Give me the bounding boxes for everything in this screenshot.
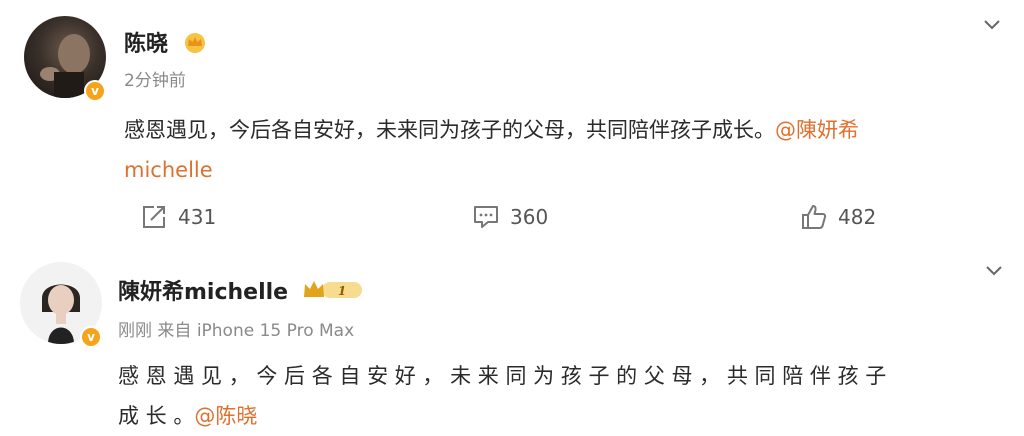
user-name-text: 陳妍希michelle — [118, 280, 289, 305]
user-name[interactable]: 陈晓 — [124, 26, 208, 59]
verified-badge-icon: v — [80, 326, 102, 348]
mention-link[interactable]: @陳妍希 — [775, 118, 859, 142]
mention-link-continued[interactable]: michelle — [124, 158, 213, 182]
post-text-line-1: 感 恩 遇 见 ， 今 后 各 自 安 好 ， 未 来 同 为 孩 子 的 父 … — [118, 364, 887, 388]
device-source: iPhone 15 Pro Max — [196, 321, 355, 341]
weibo-post-1: v 陈晓 2分钟前 感恩遇见，今后各自安好，未来同为孩子的父母，共同陪伴孩子成长… — [0, 0, 1024, 250]
vip-crown-icon: 1 — [302, 278, 364, 308]
post-text: 感恩遇见，今后各自安好，未来同为孩子的父母，共同陪伴孩子成长。@陳妍希 mich… — [124, 110, 994, 190]
vip-level: 1 — [338, 284, 346, 298]
post-meta: 刚刚 来自 iPhone 15 Pro Max — [118, 316, 354, 341]
weibo-post-2: v 陳妍希michelle 1 刚刚 来自 iPhone 15 Pro Max … — [0, 252, 1024, 435]
thumbs-up-icon — [802, 205, 827, 229]
verified-badge-icon: v — [84, 80, 106, 102]
like-count: 482 — [838, 205, 877, 229]
mention-link[interactable]: @陈晓 — [194, 404, 257, 428]
post-text-line-2: 成 长 。 — [118, 404, 195, 428]
repost-button[interactable]: 431 — [140, 202, 216, 232]
vip-crown-icon — [182, 31, 208, 59]
post-text: 感 恩 遇 见 ， 今 后 各 自 安 好 ， 未 来 同 为 孩 子 的 父 … — [118, 356, 1008, 436]
repost-icon — [143, 206, 165, 228]
source-prefix: 来自 — [157, 321, 192, 341]
comment-count: 360 — [510, 205, 549, 229]
comment-button[interactable]: 360 — [472, 202, 548, 232]
like-button[interactable]: 482 — [800, 202, 876, 232]
comment-icon — [474, 206, 498, 228]
timestamp: 刚刚 — [118, 321, 152, 341]
user-name-text: 陈晓 — [124, 32, 169, 57]
chevron-down-icon[interactable] — [980, 12, 1004, 36]
post-text-content: 感恩遇见，今后各自安好，未来同为孩子的父母，共同陪伴孩子成长。 — [124, 118, 775, 142]
timestamp: 2分钟前 — [124, 71, 186, 91]
chevron-down-icon[interactable] — [982, 258, 1006, 282]
repost-count: 431 — [178, 205, 217, 229]
user-name[interactable]: 陳妍希michelle 1 — [118, 274, 364, 308]
